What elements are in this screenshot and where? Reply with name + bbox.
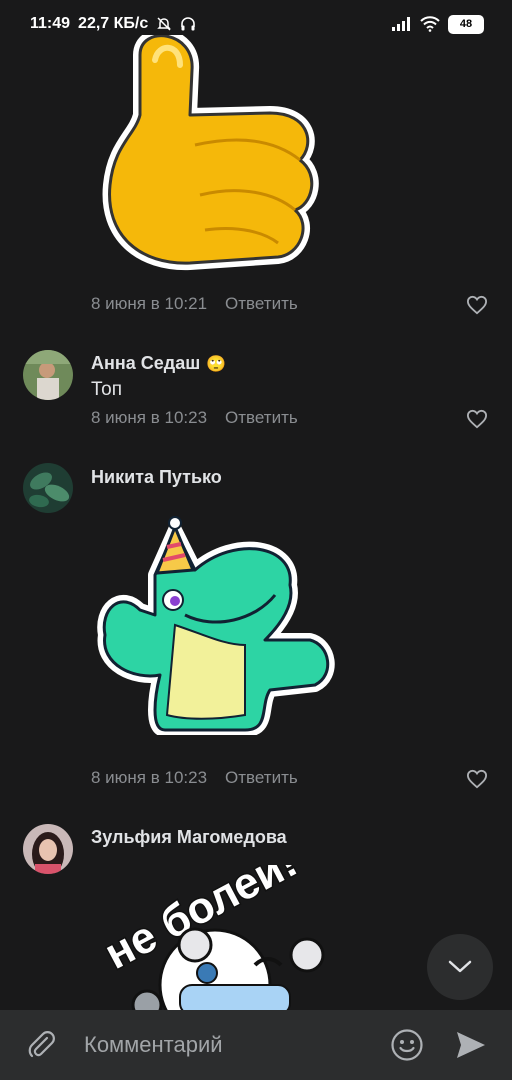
reply-button[interactable]: Ответить bbox=[225, 408, 298, 428]
thumbs-up-sticker bbox=[102, 35, 319, 271]
comment-input[interactable] bbox=[82, 1031, 388, 1059]
send-icon bbox=[457, 1032, 485, 1058]
comment-author[interactable]: Анна Седаш 🙄 bbox=[91, 353, 226, 374]
attach-button[interactable] bbox=[22, 1026, 60, 1064]
comment-date: 8 июня в 10:23 bbox=[91, 768, 208, 787]
heart-icon[interactable] bbox=[466, 295, 488, 315]
scroll-down-button[interactable] bbox=[427, 934, 493, 1000]
avatar[interactable] bbox=[23, 350, 73, 400]
send-button[interactable] bbox=[452, 1026, 490, 1064]
reply-button[interactable]: Ответить bbox=[225, 294, 298, 314]
network-speed: 22,7 КБ/с bbox=[78, 15, 149, 32]
signal-icon bbox=[392, 17, 410, 31]
smile-icon bbox=[391, 1029, 423, 1061]
comment-text: Топ bbox=[91, 379, 122, 400]
avatar[interactable] bbox=[23, 463, 73, 513]
comment-date: 8 июня в 10:21 bbox=[91, 294, 208, 313]
comment-composer bbox=[0, 1010, 512, 1080]
author-emoji: 🙄 bbox=[206, 355, 227, 373]
author-name: Анна Седаш bbox=[91, 353, 201, 373]
dino-thumbs-up-sticker bbox=[97, 516, 335, 735]
paperclip-icon bbox=[28, 1031, 55, 1058]
comment-meta: 8 июня в 10:23 Ответить bbox=[91, 768, 298, 788]
author-name: Никита Путько bbox=[91, 467, 222, 487]
bell-muted-icon bbox=[157, 17, 172, 31]
reply-button[interactable]: Ответить bbox=[225, 768, 298, 788]
heart-icon[interactable] bbox=[466, 769, 488, 789]
comment-meta: 8 июня в 10:23 Ответить bbox=[91, 408, 298, 428]
comment-author[interactable]: Никита Путько bbox=[91, 467, 222, 488]
comment-author[interactable]: Зульфия Магомедова bbox=[91, 827, 287, 848]
author-name: Зульфия Магомедова bbox=[91, 827, 287, 847]
emoji-button[interactable] bbox=[388, 1026, 426, 1064]
status-time: 11:49 bbox=[30, 15, 71, 32]
get-well-bear-sticker: не болей! bbox=[95, 865, 325, 1010]
comment-date: 8 июня в 10:23 bbox=[91, 408, 208, 427]
status-bar: 11:49 22,7 КБ/с 48 bbox=[0, 0, 512, 48]
avatar[interactable] bbox=[23, 824, 73, 874]
chevron-down-icon bbox=[448, 960, 472, 973]
heart-icon[interactable] bbox=[466, 409, 488, 429]
comment-meta: 8 июня в 10:21 Ответить bbox=[91, 294, 298, 314]
comments-feed[interactable]: 8 июня в 10:21 Ответить Анна Седаш 🙄 Топ… bbox=[0, 0, 512, 1010]
headphones-icon bbox=[181, 17, 196, 31]
wifi-icon bbox=[420, 16, 440, 32]
battery-indicator: 48 bbox=[448, 14, 484, 34]
